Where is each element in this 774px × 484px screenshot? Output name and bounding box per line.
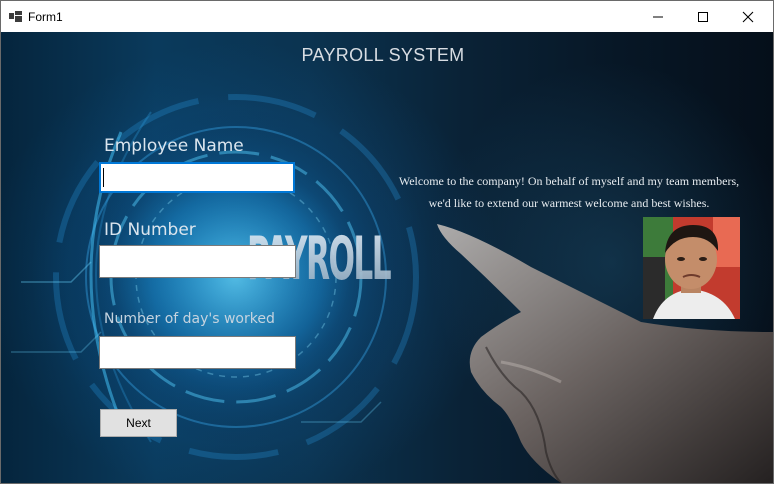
welcome-line-2: we'd like to extend our warmest welcome …: [428, 196, 710, 210]
employee-name-input[interactable]: [99, 162, 295, 193]
employee-photo: [643, 217, 740, 319]
title-bar[interactable]: Form1: [1, 1, 773, 32]
minimize-icon: [653, 16, 663, 17]
close-icon: [742, 11, 754, 22]
form-app-icon: [9, 11, 22, 22]
window-title: Form1: [28, 10, 63, 24]
id-number-input[interactable]: [99, 245, 296, 278]
text-caret: [103, 168, 104, 187]
days-worked-input[interactable]: [99, 336, 296, 369]
days-worked-label: Number of day's worked: [104, 311, 275, 327]
welcome-message: Welcome to the company! On behalf of mys…: [373, 170, 765, 214]
minimize-button[interactable]: [635, 1, 681, 32]
close-button[interactable]: [725, 1, 771, 32]
maximize-icon: [698, 11, 708, 22]
welcome-line-1: Welcome to the company! On behalf of mys…: [398, 174, 740, 188]
next-button[interactable]: Next: [100, 409, 177, 437]
page-title: PAYROLL SYSTEM: [301, 45, 465, 65]
id-number-label: ID Number: [104, 220, 196, 240]
maximize-button[interactable]: [680, 1, 726, 32]
employee-name-label: Employee Name: [104, 136, 244, 156]
app-window: Form1 PAYROLL PAYROLL SYSTEM Employee Na…: [0, 0, 774, 484]
form-client-area: PAYROLL PAYROLL SYSTEM Employee Name ID …: [1, 32, 773, 483]
